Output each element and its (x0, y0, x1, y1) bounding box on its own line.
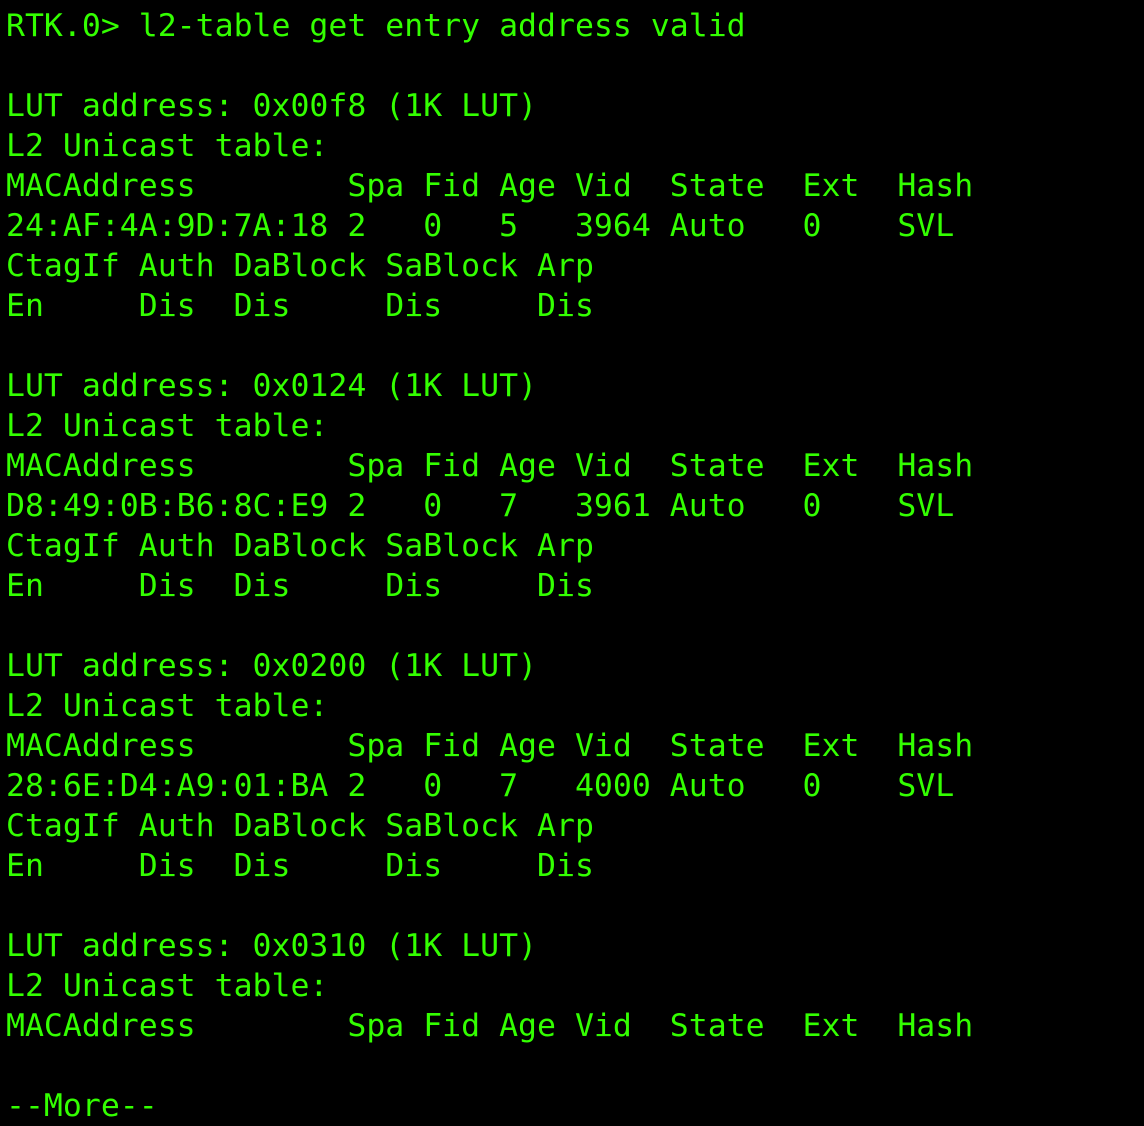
entry-row-line: 28:6E:D4:A9:01:BA 2 0 7 4000 Auto 0 SVL (6, 768, 955, 804)
terminal-window[interactable]: RTK.0> l2-table get entry address valid … (0, 0, 1144, 1126)
entry-row-line: D8:49:0B:B6:8C:E9 2 0 7 3961 Auto 0 SVL (6, 488, 955, 524)
entry-row-line: 24:AF:4A:9D:7A:18 2 0 5 3964 Auto 0 SVL (6, 208, 955, 244)
table-title-line: L2 Unicast table: (6, 128, 329, 164)
lut-address-line: LUT address: 0x00f8 (1K LUT) (6, 88, 538, 124)
flags-header-line: CtagIf Auth DaBlock SaBlock Arp (6, 808, 594, 844)
table-title-line: L2 Unicast table: (6, 408, 329, 444)
flags-row-line: En Dis Dis Dis Dis (6, 848, 594, 884)
command-prompt-line: RTK.0> l2-table get entry address valid (6, 8, 746, 44)
table-title-line: L2 Unicast table: (6, 968, 329, 1004)
table-title-line: L2 Unicast table: (6, 688, 329, 724)
lut-address-line: LUT address: 0x0310 (1K LUT) (6, 928, 538, 964)
entry-header-line: MACAddress Spa Fid Age Vid State Ext Has… (6, 448, 974, 484)
flags-header-line: CtagIf Auth DaBlock SaBlock Arp (6, 528, 594, 564)
entry-header-line: MACAddress Spa Fid Age Vid State Ext Has… (6, 168, 974, 204)
entry-header-line: MACAddress Spa Fid Age Vid State Ext Has… (6, 1008, 974, 1044)
entry-header-line: MACAddress Spa Fid Age Vid State Ext Has… (6, 728, 974, 764)
flags-row-line: En Dis Dis Dis Dis (6, 288, 594, 324)
lut-address-line: LUT address: 0x0124 (1K LUT) (6, 368, 538, 404)
flags-row-line: En Dis Dis Dis Dis (6, 568, 594, 604)
lut-address-line: LUT address: 0x0200 (1K LUT) (6, 648, 538, 684)
flags-header-line: CtagIf Auth DaBlock SaBlock Arp (6, 248, 594, 284)
more-pager-prompt[interactable]: --More-- (6, 1086, 1144, 1126)
